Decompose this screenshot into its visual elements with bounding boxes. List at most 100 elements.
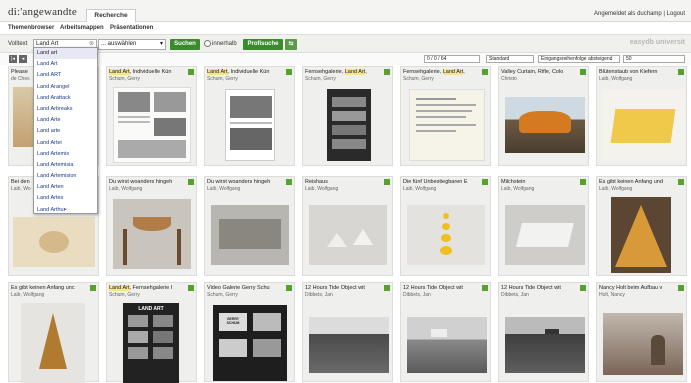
thumbnail-image[interactable] — [505, 317, 585, 373]
scope-select[interactable]: ... auswählen ▾ — [98, 39, 166, 50]
thumbnail-image[interactable] — [603, 313, 683, 375]
thumbnail-image[interactable] — [113, 87, 191, 163]
suchen-button[interactable]: Suchen — [170, 39, 200, 50]
result-card[interactable]: Land Art, Fernsehgalerie I Schum, Gerry … — [106, 282, 197, 383]
card-author: Schum, Gerry — [109, 292, 140, 298]
brand-logo: easydb universit — [629, 39, 685, 46]
result-card[interactable]: Reishaus Laib, Wolfgang — [302, 176, 393, 276]
suggestion-item[interactable]: Land Art — [34, 59, 97, 70]
thumbnail-image[interactable] — [211, 205, 289, 265]
result-card[interactable]: Land Art, Individuelle Kün Schum, Gerry — [204, 66, 295, 166]
card-author: Laib, Wolfgang — [403, 186, 437, 192]
innerhalb-label: innerhalb — [212, 41, 237, 47]
card-author: Schum, Gerry — [207, 76, 238, 82]
result-card[interactable]: Es gibt keinen Anfang unc Laib, Wolfgang — [8, 282, 99, 383]
card-author: Dibbets, Jan — [403, 292, 431, 298]
suggestion-item[interactable]: Land Arte — [34, 115, 97, 126]
result-card[interactable]: Milchstein Laib, Wolfgang — [498, 176, 589, 276]
suggestion-item[interactable]: Land Artei — [34, 138, 97, 149]
thumbnail-image[interactable] — [327, 89, 371, 161]
tab-recherche[interactable]: Recherche — [86, 9, 136, 22]
poster-title: GERRY SCHUM — [226, 317, 240, 325]
suggestion-item[interactable]: Land Artemision — [34, 171, 97, 182]
suggestion-item[interactable]: Land arte — [34, 126, 97, 137]
result-card[interactable]: Die fünf Unbestiegbaren E Laib, Wolfgang — [400, 176, 491, 276]
profisuche-button[interactable]: Profisuche — [243, 39, 283, 50]
nav-themenbrowser[interactable]: Themenbrowser — [8, 25, 54, 31]
thumbnail-image[interactable] — [309, 205, 387, 265]
card-author: Schum, Gerry — [207, 292, 238, 298]
status-marker — [384, 69, 390, 75]
thumbnail-image[interactable]: GERRY SCHUM — [213, 305, 287, 381]
chevron-down-icon: ▾ — [159, 41, 163, 47]
suggestion-item[interactable]: Land Artemisia — [34, 160, 97, 171]
card-author: Laib, Wolfgang — [599, 76, 633, 82]
chevron-down-icon[interactable]: ⌄ — [63, 205, 68, 212]
thumbnail-image[interactable] — [601, 89, 685, 161]
thumbnail-image[interactable]: LAND ART — [123, 303, 179, 383]
sort-select[interactable]: Eingangsreihenfolge absteigend — [538, 55, 620, 63]
card-title: 12 Hours Tide Object wit — [305, 285, 365, 291]
view-select[interactable]: Standard — [486, 55, 534, 63]
thumbnail-image[interactable] — [505, 97, 585, 153]
options-icon[interactable]: ⇆ — [285, 39, 297, 50]
result-card[interactable]: Es gibt keinen Anfang und Laib, Wolfgang — [596, 176, 687, 276]
suggestion-item[interactable]: Land Arbreaks — [34, 104, 97, 115]
status-marker — [678, 69, 684, 75]
thumbnail-image[interactable] — [309, 317, 389, 373]
result-card[interactable]: Du wirst woanders hingeh Laib, Wolfgang — [204, 176, 295, 276]
suggestion-item[interactable]: Land Arattack — [34, 93, 97, 104]
suggestion-item[interactable]: Land Arten — [34, 182, 97, 193]
user-status[interactable]: Angemeldet als duchamp | Logout — [594, 11, 685, 17]
card-author: Schum, Gerry — [403, 76, 434, 82]
thumbnail-image[interactable] — [13, 217, 95, 267]
result-card[interactable]: Valley Curtain, Rifle, Colo Christo — [498, 66, 589, 166]
innerhalb-radio[interactable] — [204, 40, 211, 47]
thumbnail-image[interactable] — [407, 317, 487, 373]
thumbnail-image[interactable] — [505, 205, 585, 265]
card-title: Land Art, Individuelle Kün — [207, 69, 270, 75]
per-page-select[interactable]: 50 — [623, 55, 685, 63]
result-card[interactable]: Du wirst woanders hingeh Laib, Wolfgang — [106, 176, 197, 276]
result-card[interactable]: Blütenstaub von Kiefern Laib, Wolfgang — [596, 66, 687, 166]
prev-page-icon[interactable]: ◂ — [19, 55, 27, 63]
view-select-value: Standard — [489, 56, 510, 62]
result-card[interactable]: Land Art, Individuelle Kün Schum, Gerry — [106, 66, 197, 166]
first-page-icon[interactable]: |◂ — [9, 55, 17, 63]
card-author: Laib, Wolfgang — [207, 186, 241, 192]
card-title: Land Art, Fernsehgalerie I — [109, 285, 173, 291]
thumbnail-image[interactable] — [13, 87, 33, 147]
suggestion-item[interactable]: Land Arangel — [34, 82, 97, 93]
result-card[interactable]: Video Galerie Gerry Schu Schum, Gerry GE… — [204, 282, 295, 382]
suggestion-item[interactable]: Land Artes — [34, 193, 97, 204]
thumbnail-image[interactable] — [113, 199, 191, 269]
thumbnail-image[interactable] — [225, 89, 275, 161]
result-card[interactable]: 12 Hours Tide Object wit Dibbets, Jan — [400, 282, 491, 382]
thumbnail-image[interactable] — [407, 205, 485, 265]
nav-arbeitsmappen[interactable]: Arbeitsmappen — [60, 25, 104, 31]
search-label: Volltext — [8, 41, 28, 47]
poster-title: LAND ART — [138, 306, 164, 312]
thumbnail-image[interactable] — [611, 197, 671, 273]
result-card[interactable]: 12 Hours Tide Object wit Dibbets, Jan — [302, 282, 393, 382]
autocomplete-dropdown: Land art Land Art Land ART Land Arangel … — [33, 47, 98, 214]
per-page-select-value: 50 — [626, 56, 632, 62]
suggestion-item[interactable]: Land Artemis — [34, 149, 97, 160]
suggestion-item[interactable]: Land ART — [34, 70, 97, 81]
status-marker — [482, 179, 488, 185]
thumbnail-image[interactable] — [409, 89, 485, 161]
result-card[interactable]: Fernsehgalerie, Land Art, Schum, Gerry — [302, 66, 393, 166]
sort-select-value: Eingangsreihenfolge absteigend — [541, 56, 613, 62]
card-author: Holt, Nancy — [599, 292, 625, 298]
nav-praesentationen[interactable]: Präsentationen — [110, 25, 153, 31]
result-card[interactable]: Nancy Holt beim Aufbau v Holt, Nancy — [596, 282, 687, 382]
app-logo[interactable]: di:'angewandte — [8, 6, 77, 18]
result-card[interactable]: 12 Hours Tide Object wit Dibbets, Jan — [498, 282, 589, 382]
status-marker — [482, 285, 488, 291]
card-author: Laib, Wolfgang — [599, 186, 633, 192]
thumbnail-image[interactable] — [21, 303, 85, 383]
result-counter[interactable]: 0 / 0 / 64 — [424, 55, 480, 63]
suggestion-item[interactable]: Land art — [34, 48, 97, 60]
result-card[interactable]: Fernsehgalerie, Land Art, Schum, Gerry — [400, 66, 491, 166]
status-marker — [188, 179, 194, 185]
